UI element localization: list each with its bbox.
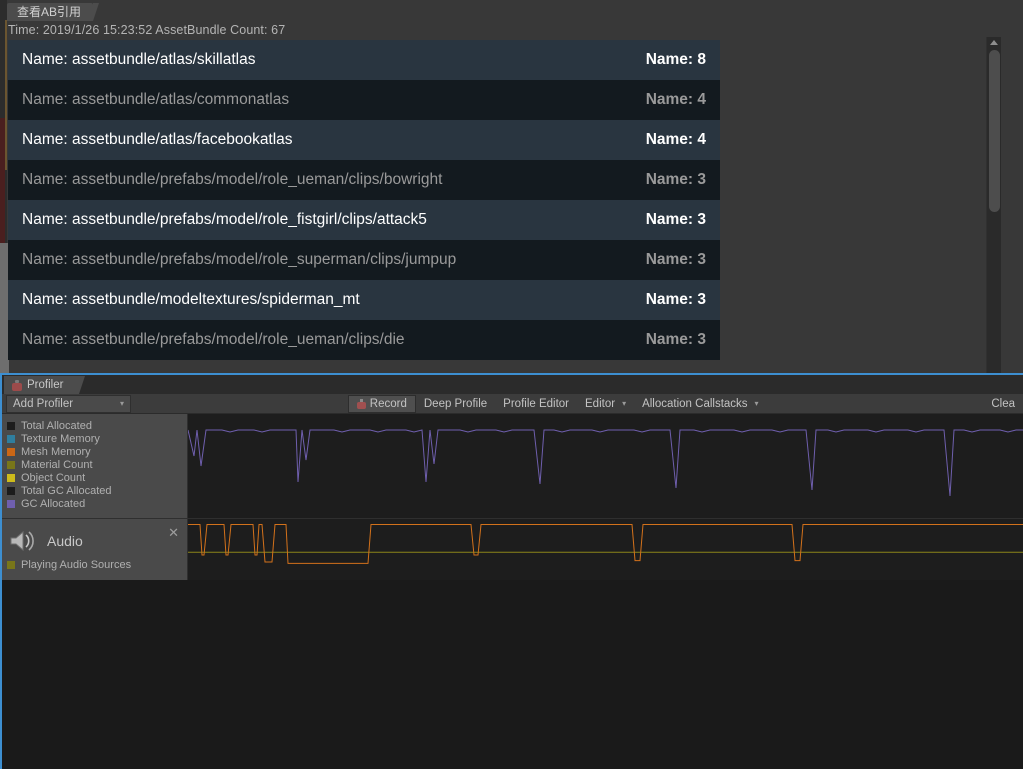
bundle-name: Name: assetbundle/prefabs/model/role_uem… bbox=[8, 171, 620, 189]
legend-label: Texture Memory bbox=[21, 433, 100, 445]
legend-item[interactable]: Mesh Memory bbox=[7, 445, 187, 458]
legend-label: Material Count bbox=[21, 459, 93, 471]
profiler-charts: Total Allocated Texture Memory Mesh Memo… bbox=[2, 414, 1023, 769]
bundle-name: Name: assetbundle/prefabs/model/role_sup… bbox=[8, 251, 620, 269]
legend-swatch-icon bbox=[7, 422, 15, 430]
audio-chart[interactable]: Audio ✕ Playing Audio Sources bbox=[2, 518, 1023, 580]
legend-item[interactable]: Material Count bbox=[7, 458, 187, 471]
allocation-callstacks-dropdown[interactable]: Allocation Callstacks ▾ bbox=[634, 395, 766, 413]
close-icon[interactable]: ✕ bbox=[168, 526, 179, 539]
legend-label: Object Count bbox=[21, 472, 85, 484]
bundle-ref-count: Name: 3 bbox=[620, 291, 720, 309]
profiler-window: Profiler Add Profiler ▾ Record Deep Prof… bbox=[0, 373, 1023, 769]
chevron-down-icon: ▾ bbox=[755, 395, 759, 413]
editor-label: Editor bbox=[585, 395, 615, 413]
ab-list-scrollbar[interactable] bbox=[986, 37, 1001, 373]
ab-bundle-list[interactable]: Name: assetbundle/atlas/skillatlasName: … bbox=[8, 40, 988, 373]
bundle-ref-count: Name: 3 bbox=[620, 171, 720, 189]
chart-series-line bbox=[188, 525, 1023, 564]
legend-item[interactable]: Total Allocated bbox=[7, 419, 187, 432]
bundle-ref-count: Name: 8 bbox=[620, 51, 720, 69]
bundle-ref-count: Name: 3 bbox=[620, 251, 720, 269]
bundle-ref-count: Name: 3 bbox=[620, 211, 720, 229]
legend-item[interactable]: Object Count bbox=[7, 471, 187, 484]
tab-profiler[interactable]: Profiler bbox=[4, 376, 79, 394]
audio-chart-plot[interactable] bbox=[188, 519, 1023, 580]
legend-label: Mesh Memory bbox=[21, 446, 91, 458]
unity-editor-window: 查看AB引用 Time: 2019/1/26 15:23:52 AssetBun… bbox=[0, 0, 1023, 769]
ab-reference-window: 查看AB引用 Time: 2019/1/26 15:23:52 AssetBun… bbox=[0, 0, 1023, 373]
profiler-toolbar: Add Profiler ▾ Record Deep Profile Profi… bbox=[2, 394, 1023, 414]
chart-series-line bbox=[188, 430, 1023, 496]
audio-chart-header: Audio ✕ bbox=[7, 524, 187, 558]
table-row[interactable]: Name: assetbundle/atlas/facebookatlasNam… bbox=[8, 120, 720, 160]
legend-swatch-icon bbox=[7, 435, 15, 443]
memory-chart-legend: Total Allocated Texture Memory Mesh Memo… bbox=[2, 414, 188, 518]
audio-chart-title: Audio bbox=[47, 533, 83, 549]
memory-chart-plot[interactable] bbox=[188, 414, 1023, 518]
bundle-name: Name: assetbundle/prefabs/model/role_uem… bbox=[8, 331, 620, 349]
record-label: Record bbox=[370, 395, 407, 413]
legend-swatch-icon bbox=[7, 487, 15, 495]
bundle-name: Name: assetbundle/atlas/facebookatlas bbox=[8, 131, 620, 149]
record-icon bbox=[357, 399, 366, 409]
profiler-icon bbox=[12, 380, 22, 391]
window-left-red-strip bbox=[0, 118, 5, 243]
profiler-tabbar: Profiler bbox=[2, 375, 1023, 394]
bundle-ref-count: Name: 4 bbox=[620, 131, 720, 149]
table-row[interactable]: Name: assetbundle/prefabs/model/role_sup… bbox=[8, 240, 720, 280]
table-row[interactable]: Name: assetbundle/atlas/commonatlasName:… bbox=[8, 80, 720, 120]
legend-swatch-icon bbox=[7, 461, 15, 469]
editor-dropdown[interactable]: Editor ▾ bbox=[577, 395, 634, 413]
chevron-down-icon: ▾ bbox=[622, 395, 626, 413]
legend-label: GC Allocated bbox=[21, 498, 85, 510]
bundle-name: Name: assetbundle/prefabs/model/role_fis… bbox=[8, 211, 620, 229]
table-row[interactable]: Name: assetbundle/modeltextures/spiderma… bbox=[8, 280, 720, 320]
legend-item[interactable]: Total GC Allocated bbox=[7, 484, 187, 497]
ab-header-info: Time: 2019/1/26 15:23:52 AssetBundle Cou… bbox=[8, 23, 285, 37]
legend-swatch-icon bbox=[7, 474, 15, 482]
add-profiler-label: Add Profiler bbox=[13, 396, 73, 412]
tab-ab-reference[interactable]: 查看AB引用 bbox=[7, 3, 93, 21]
chevron-down-icon: ▾ bbox=[120, 396, 124, 412]
bundle-ref-count: Name: 4 bbox=[620, 91, 720, 109]
bundle-name: Name: assetbundle/atlas/commonatlas bbox=[8, 91, 620, 109]
audio-chart-legend: Audio ✕ Playing Audio Sources bbox=[2, 519, 188, 580]
deep-profile-button[interactable]: Deep Profile bbox=[416, 395, 495, 413]
legend-swatch-icon bbox=[7, 448, 15, 456]
speaker-icon bbox=[9, 529, 39, 553]
legend-swatch-icon bbox=[7, 561, 15, 569]
legend-item[interactable]: Playing Audio Sources bbox=[7, 558, 187, 571]
memory-chart[interactable]: Total Allocated Texture Memory Mesh Memo… bbox=[2, 414, 1023, 518]
tab-profiler-label: Profiler bbox=[27, 376, 63, 394]
legend-label: Total Allocated bbox=[21, 420, 92, 432]
record-button[interactable]: Record bbox=[348, 395, 416, 413]
window-left-accent bbox=[5, 20, 7, 170]
legend-item[interactable]: Texture Memory bbox=[7, 432, 187, 445]
bundle-name: Name: assetbundle/atlas/skillatlas bbox=[8, 51, 620, 69]
bundle-ref-count: Name: 3 bbox=[620, 331, 720, 349]
table-row[interactable]: Name: assetbundle/prefabs/model/role_uem… bbox=[8, 320, 720, 360]
table-row[interactable]: Name: assetbundle/prefabs/model/role_uem… bbox=[8, 160, 720, 200]
ab-window-tabbar: 查看AB引用 bbox=[0, 0, 1023, 21]
add-profiler-dropdown[interactable]: Add Profiler ▾ bbox=[6, 395, 131, 413]
clear-button[interactable]: Clea bbox=[983, 395, 1023, 413]
bundle-name: Name: assetbundle/modeltextures/spiderma… bbox=[8, 291, 620, 309]
scroll-up-arrow-icon[interactable] bbox=[990, 40, 998, 45]
profile-editor-button[interactable]: Profile Editor bbox=[495, 395, 577, 413]
legend-label: Playing Audio Sources bbox=[21, 559, 131, 571]
table-row[interactable]: Name: assetbundle/prefabs/model/role_fis… bbox=[8, 200, 720, 240]
legend-label: Total GC Allocated bbox=[21, 485, 112, 497]
legend-swatch-icon bbox=[7, 500, 15, 508]
legend-item[interactable]: GC Allocated bbox=[7, 497, 187, 510]
table-row[interactable]: Name: assetbundle/atlas/skillatlasName: … bbox=[8, 40, 720, 80]
allocation-callstacks-label: Allocation Callstacks bbox=[642, 395, 747, 413]
scrollbar-thumb[interactable] bbox=[989, 50, 1000, 212]
